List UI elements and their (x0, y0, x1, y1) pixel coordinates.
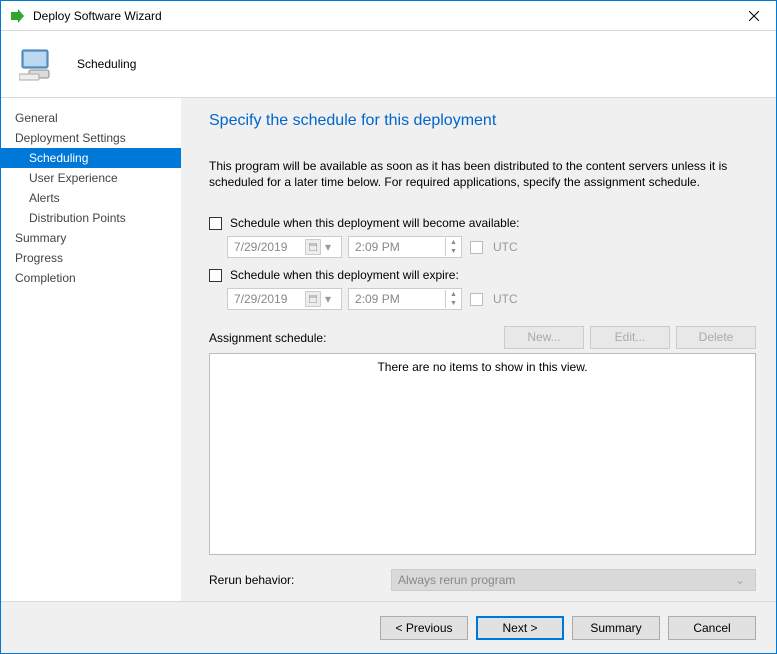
calendar-icon (305, 239, 321, 255)
computer-icon (19, 44, 59, 84)
nav-item-summary[interactable]: Summary (1, 228, 181, 248)
expire-utc-checkbox[interactable] (470, 293, 483, 306)
edit-button[interactable]: Edit... (590, 326, 670, 349)
new-button[interactable]: New... (504, 326, 584, 349)
expire-date-picker[interactable]: 7/29/2019 ▾ (227, 288, 342, 310)
wizard-body: GeneralDeployment SettingsSchedulingUser… (1, 98, 776, 601)
nav-item-completion[interactable]: Completion (1, 268, 181, 288)
cancel-button[interactable]: Cancel (668, 616, 756, 640)
nav-item-user-experience[interactable]: User Experience (1, 168, 181, 188)
schedule-expire-row: Schedule when this deployment will expir… (209, 268, 756, 282)
schedule-available-checkbox[interactable] (209, 217, 222, 230)
page-heading: Specify the schedule for this deployment (209, 112, 756, 130)
spinner-buttons: ▲▼ (445, 238, 461, 256)
schedule-expire-checkbox[interactable] (209, 269, 222, 282)
list-empty-text: There are no items to show in this view. (377, 360, 587, 374)
banner-title: Scheduling (77, 57, 136, 71)
schedule-available-label: Schedule when this deployment will becom… (230, 216, 520, 230)
wizard-footer: < Previous Next > Summary Cancel (1, 601, 776, 653)
schedule-expire-fields: 7/29/2019 ▾ 2:09 PM ▲▼ UTC (209, 288, 756, 310)
info-text: This program will be available as soon a… (209, 158, 756, 190)
main-panel: Specify the schedule for this deployment… (181, 98, 776, 601)
nav-item-scheduling[interactable]: Scheduling (1, 148, 181, 168)
wizard-banner: Scheduling (1, 31, 776, 98)
previous-button[interactable]: < Previous (380, 616, 468, 640)
assignment-header-row: Assignment schedule: New... Edit... Dele… (209, 326, 756, 349)
available-time-value: 2:09 PM (355, 240, 445, 254)
close-icon (749, 11, 759, 21)
available-utc-checkbox[interactable] (470, 241, 483, 254)
available-date-value: 7/29/2019 (234, 240, 305, 254)
available-date-picker[interactable]: 7/29/2019 ▾ (227, 236, 342, 258)
chevron-down-icon: ▾ (321, 292, 335, 306)
window-title: Deploy Software Wizard (33, 9, 731, 23)
next-button[interactable]: Next > (476, 616, 564, 640)
title-bar: Deploy Software Wizard (1, 1, 776, 31)
chevron-down-icon: ▾ (321, 240, 335, 254)
rerun-value: Always rerun program (398, 573, 731, 587)
delete-button[interactable]: Delete (676, 326, 756, 349)
nav-item-general[interactable]: General (1, 108, 181, 128)
nav-item-distribution-points[interactable]: Distribution Points (1, 208, 181, 228)
expire-utc-label: UTC (493, 292, 518, 306)
summary-button[interactable]: Summary (572, 616, 660, 640)
rerun-row: Rerun behavior: Always rerun program ⌄ (209, 569, 756, 591)
calendar-icon (305, 291, 321, 307)
nav-item-deployment-settings[interactable]: Deployment Settings (1, 128, 181, 148)
expire-time-picker[interactable]: 2:09 PM ▲▼ (348, 288, 462, 310)
rerun-label: Rerun behavior: (209, 573, 391, 587)
schedule-available-row: Schedule when this deployment will becom… (209, 216, 756, 230)
rerun-combobox[interactable]: Always rerun program ⌄ (391, 569, 756, 591)
expire-date-value: 7/29/2019 (234, 292, 305, 306)
nav-item-progress[interactable]: Progress (1, 248, 181, 268)
close-button[interactable] (731, 1, 776, 30)
assignment-listbox[interactable]: There are no items to show in this view. (209, 353, 756, 555)
chevron-down-icon: ⌄ (731, 573, 749, 587)
nav-item-alerts[interactable]: Alerts (1, 188, 181, 208)
assignment-schedule-label: Assignment schedule: (209, 331, 498, 345)
nav-sidebar: GeneralDeployment SettingsSchedulingUser… (1, 98, 181, 601)
schedule-expire-label: Schedule when this deployment will expir… (230, 268, 459, 282)
available-utc-label: UTC (493, 240, 518, 254)
expire-time-value: 2:09 PM (355, 292, 445, 306)
spinner-buttons: ▲▼ (445, 290, 461, 308)
available-time-picker[interactable]: 2:09 PM ▲▼ (348, 236, 462, 258)
schedule-available-fields: 7/29/2019 ▾ 2:09 PM ▲▼ UTC (209, 236, 756, 258)
wizard-icon (9, 8, 25, 24)
